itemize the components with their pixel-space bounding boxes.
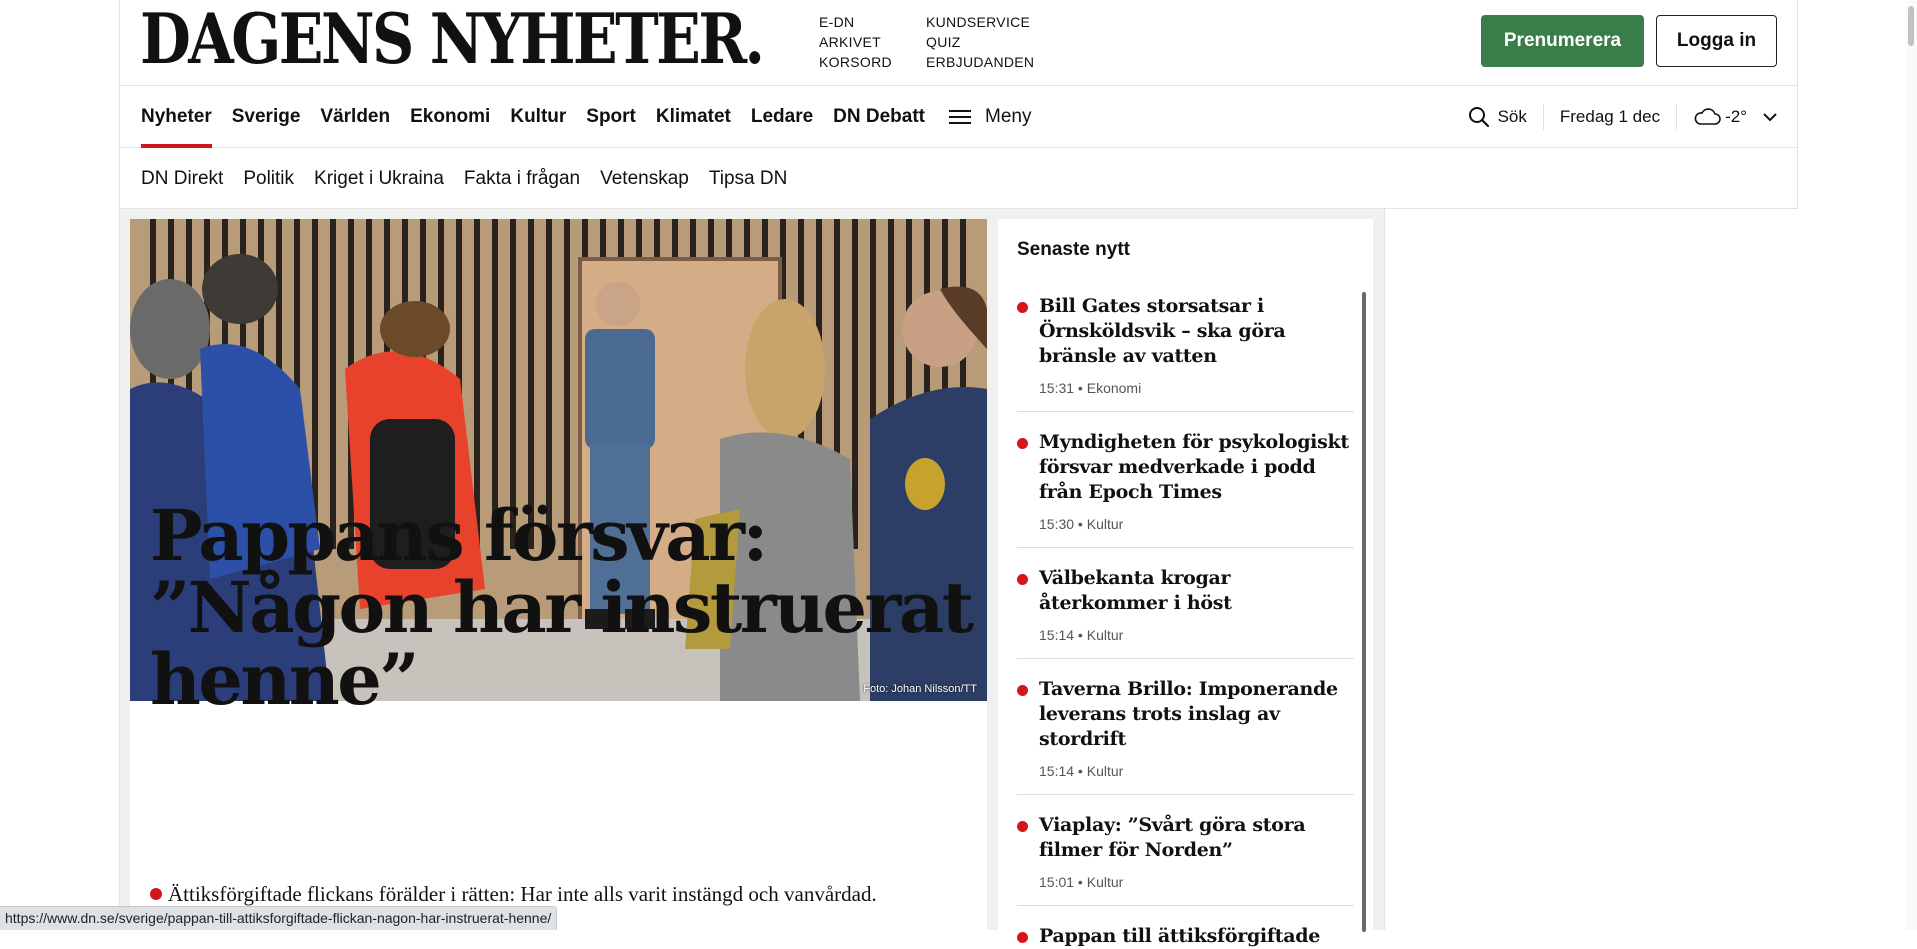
nav-klimatet[interactable]: Klimatet (656, 86, 731, 148)
red-dot-icon (1017, 302, 1028, 313)
latest-news-section[interactable]: Kultur (1087, 516, 1124, 532)
latest-news-time: 15:30 (1039, 516, 1075, 532)
latest-news-panel: Senaste nytt Bill Gates storsatsar i Örn… (998, 219, 1373, 947)
page: DAGENS NYHETER. E-DN ARKIVET KORSORD KUN… (119, 0, 1799, 947)
nav-sport[interactable]: Sport (586, 86, 636, 148)
subscribe-button[interactable]: Prenumerera (1481, 15, 1644, 67)
latest-news-time: 15:01 (1039, 874, 1075, 890)
latest-news-meta: 15:31 • Ekonomi (1039, 380, 1354, 411)
latest-news-headline[interactable]: Myndigheten för psykologiskt försvar med… (1039, 428, 1354, 505)
current-date: Fredag 1 dec (1559, 107, 1661, 126)
menu-button[interactable]: Meny (949, 86, 1031, 148)
login-button[interactable]: Logga in (1656, 15, 1777, 67)
latest-news-headline[interactable]: Taverna Brillo: Imponerande leverans tro… (1039, 675, 1354, 752)
subnav-dn-direkt[interactable]: DN Direkt (141, 148, 223, 209)
latest-news-item[interactable]: Pappan till ättiksförgiftade (1017, 922, 1354, 949)
quicklink-korsord[interactable]: KORSORD (819, 52, 892, 72)
latest-news-scrollbar[interactable] (1362, 292, 1366, 932)
nav-kultur[interactable]: Kultur (510, 86, 566, 148)
latest-news-time: 15:31 (1039, 380, 1075, 396)
latest-news-item[interactable]: Taverna Brillo: Imponerande leverans tro… (1017, 675, 1354, 795)
latest-news-item[interactable]: Myndigheten för psykologiskt försvar med… (1017, 428, 1354, 548)
chevron-down-icon (1763, 113, 1777, 122)
latest-news-title: Senaste nytt (1017, 239, 1130, 260)
subnav-vetenskap[interactable]: Vetenskap (600, 148, 689, 209)
quicklink-edn[interactable]: E-DN (819, 12, 892, 32)
quicklink-kundservice[interactable]: KUNDSERVICE (926, 12, 1034, 32)
latest-news-section[interactable]: Ekonomi (1087, 380, 1141, 396)
nav-sverige[interactable]: Sverige (232, 86, 301, 148)
latest-news-section[interactable]: Kultur (1087, 763, 1124, 779)
temperature: -2° (1725, 107, 1747, 126)
hero-headline[interactable]: Pappans försvar: ”Någon har instruerat h… (150, 500, 980, 716)
status-url: https://www.dn.se/sverige/pappan-till-at… (0, 906, 558, 930)
latest-news-meta: 15:01 • Kultur (1039, 874, 1354, 905)
red-dot-icon (1017, 821, 1028, 832)
latest-news-headline[interactable]: Viaplay: ”Svårt göra stora filmer för No… (1039, 811, 1354, 863)
subnav-politik[interactable]: Politik (243, 148, 294, 209)
search-button[interactable]: Sök (1468, 106, 1527, 128)
subnav-tipsa-dn[interactable]: Tipsa DN (709, 148, 787, 209)
latest-news-section[interactable]: Kultur (1087, 627, 1124, 643)
cloud-icon (1694, 108, 1721, 125)
quicklink-quiz[interactable]: QUIZ (926, 32, 1034, 52)
latest-news-meta: 15:14 • Kultur (1039, 763, 1354, 794)
latest-news-time: 15:14 (1039, 627, 1075, 643)
meta-separator: • (1074, 516, 1087, 532)
right-column (1384, 209, 1799, 930)
site-logo[interactable]: DAGENS NYHETER. (140, 4, 765, 76)
red-dot-icon (1017, 438, 1028, 449)
top-header: DAGENS NYHETER. E-DN ARKIVET KORSORD KUN… (120, 0, 1797, 86)
divider (1676, 104, 1678, 130)
quicklink-arkivet[interactable]: ARKIVET (819, 32, 892, 52)
divider (1542, 104, 1544, 130)
latest-news-headline[interactable]: Välbekanta krogar återkommer i höst (1039, 564, 1354, 616)
nav-nyheter[interactable]: Nyheter (141, 86, 212, 148)
red-dot-icon (150, 888, 162, 900)
main-nav: Nyheter Sverige Världen Ekonomi Kultur S… (120, 86, 1797, 148)
latest-news-item[interactable]: Bill Gates storsatsar i Örnsköldsvik – s… (1017, 292, 1354, 412)
hero-lead: Ättiksförgiftade flickans förälder i rät… (150, 881, 980, 907)
latest-news-item[interactable]: Välbekanta krogar återkommer i höst 15:14… (1017, 564, 1354, 659)
search-icon (1468, 107, 1489, 128)
latest-news-meta: 15:30 • Kultur (1039, 516, 1354, 547)
meta-separator: • (1074, 627, 1087, 643)
latest-news-list: Bill Gates storsatsar i Örnsköldsvik – s… (1017, 292, 1354, 949)
meta-separator: • (1074, 380, 1087, 396)
latest-news-headline[interactable]: Pappan till ättiksförgiftade (1039, 922, 1354, 949)
quicklink-erbjudanden[interactable]: ERBJUDANDEN (926, 52, 1034, 72)
latest-news-section[interactable]: Kultur (1087, 874, 1124, 890)
hero-article[interactable]: Foto: Johan Nilsson/TT Pappans försvar: … (130, 219, 987, 930)
latest-news-item[interactable]: Viaplay: ”Svårt göra stora filmer för No… (1017, 811, 1354, 906)
red-dot-icon (1017, 932, 1028, 943)
quicklinks-col1: E-DN ARKIVET KORSORD (819, 12, 892, 72)
nav-varlden[interactable]: Världen (320, 86, 390, 148)
meta-separator: • (1074, 874, 1087, 890)
search-label: Sök (1497, 107, 1527, 126)
red-dot-icon (1017, 685, 1028, 696)
subnav-kriget-i-ukraina[interactable]: Kriget i Ukraina (314, 148, 444, 209)
nav-ekonomi[interactable]: Ekonomi (410, 86, 490, 148)
red-dot-icon (1017, 574, 1028, 585)
window-scrollbar[interactable] (1905, 0, 1917, 930)
latest-news-headline[interactable]: Bill Gates storsatsar i Örnsköldsvik – s… (1039, 292, 1354, 369)
hero-lead-text: Ättiksförgiftade flickans förälder i rät… (168, 882, 877, 906)
hamburger-icon (949, 109, 972, 125)
nav-dn-debatt[interactable]: DN Debatt (833, 86, 925, 148)
meta-separator: • (1074, 763, 1087, 779)
nav-ledare[interactable]: Ledare (751, 86, 813, 148)
subnav-fakta-i-fragan[interactable]: Fakta i frågan (464, 148, 580, 209)
latest-news-time: 15:14 (1039, 763, 1075, 779)
quicklinks-col2: KUNDSERVICE QUIZ ERBJUDANDEN (926, 12, 1034, 72)
sub-nav: DN Direkt Politik Kriget i Ukraina Fakta… (120, 148, 1797, 209)
menu-label: Meny (985, 106, 1032, 127)
weather-widget[interactable]: -2° (1693, 107, 1777, 127)
scrollbar-thumb[interactable] (1908, 6, 1914, 46)
latest-news-meta: 15:14 • Kultur (1039, 627, 1354, 658)
